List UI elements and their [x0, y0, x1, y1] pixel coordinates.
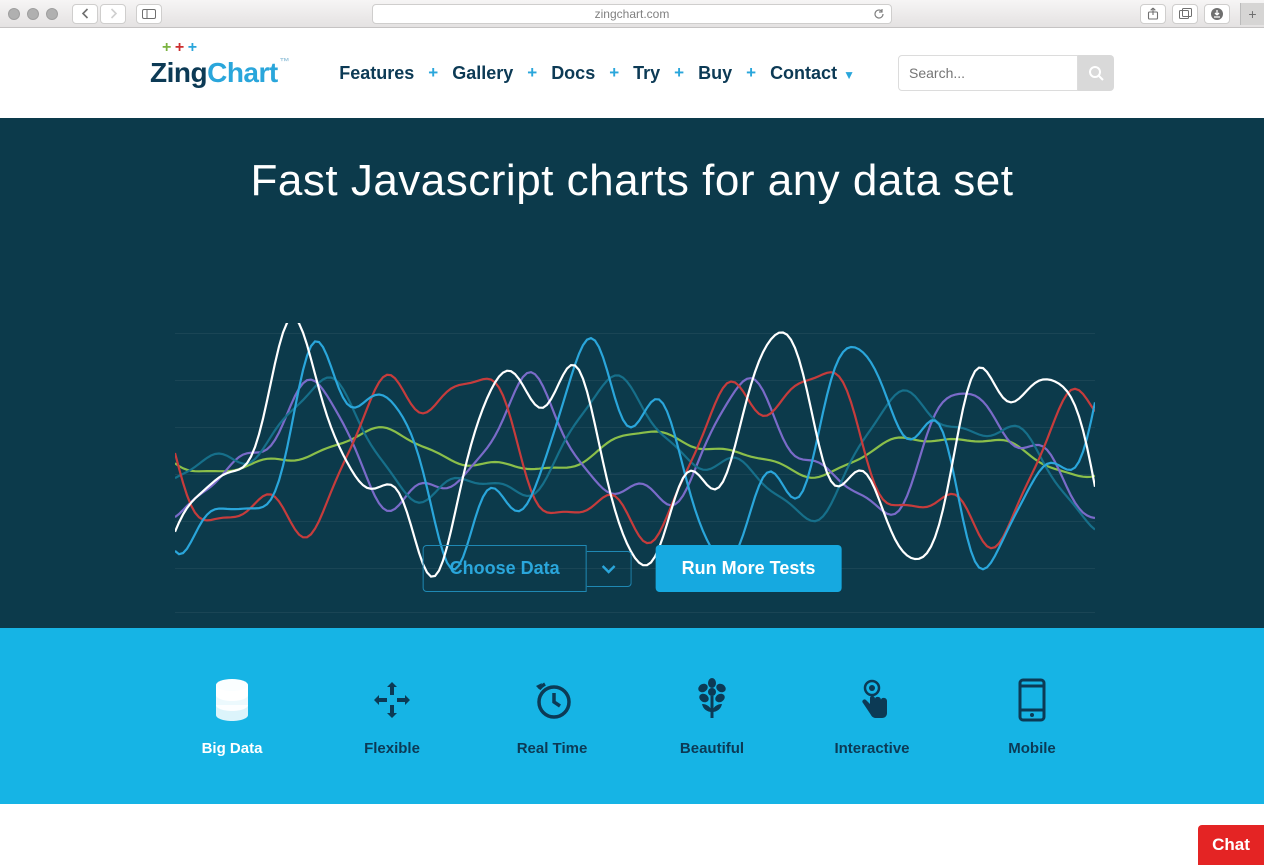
- logo-tm: ™: [280, 57, 290, 68]
- url-text: zingchart.com: [595, 7, 670, 21]
- chevron-down-icon: ▼: [843, 68, 855, 82]
- nav-buy[interactable]: Buy: [694, 63, 736, 84]
- nav-gallery[interactable]: Gallery: [448, 63, 517, 84]
- choose-data-caret[interactable]: [587, 551, 632, 587]
- feature-label: Interactive: [792, 740, 952, 757]
- downloads-button[interactable]: [1204, 4, 1230, 24]
- share-button[interactable]: [1140, 4, 1166, 24]
- hero-headline: Fast Javascript charts for any data set: [0, 118, 1264, 206]
- search-button[interactable]: [1078, 55, 1114, 91]
- flower-icon: [632, 676, 792, 724]
- feature-beautiful[interactable]: Beautiful: [632, 676, 792, 757]
- feature-label: Big Data: [152, 740, 312, 757]
- nav-contact[interactable]: Contact ▼: [766, 63, 859, 84]
- nav-try[interactable]: Try: [629, 63, 664, 84]
- logo-text-2: Chart: [207, 57, 278, 89]
- run-more-tests-button[interactable]: Run More Tests: [656, 545, 842, 592]
- features-strip: Big Data Flexible Real Time Beautiful In…: [0, 628, 1264, 804]
- feature-big-data[interactable]: Big Data: [152, 676, 312, 757]
- touch-icon: [792, 676, 952, 724]
- sidebar-button[interactable]: [136, 4, 162, 24]
- mobile-icon: [952, 676, 1112, 724]
- nav-sep: +: [736, 63, 766, 83]
- nav-sep: +: [664, 63, 694, 83]
- feature-mobile[interactable]: Mobile: [952, 676, 1112, 757]
- nav-contact-label: Contact: [770, 63, 837, 83]
- feature-label: Real Time: [472, 740, 632, 757]
- feature-flexible[interactable]: Flexible: [312, 676, 472, 757]
- wave-lines-icon: [175, 323, 1095, 583]
- clock-icon: [472, 676, 632, 724]
- site-header: +++ ZingChart™ Features+ Gallery+ Docs+ …: [0, 28, 1264, 118]
- search-icon: [1088, 65, 1104, 81]
- nav-sep: +: [599, 63, 629, 83]
- minimize-window-icon[interactable]: [27, 8, 39, 20]
- nav-sep: +: [418, 63, 448, 83]
- page-bottom: [0, 804, 1264, 865]
- share-icon: [1147, 7, 1159, 20]
- zoom-window-icon[interactable]: [46, 8, 58, 20]
- nav-docs[interactable]: Docs: [547, 63, 599, 84]
- close-window-icon[interactable]: [8, 8, 20, 20]
- reload-icon[interactable]: [873, 8, 885, 20]
- chevron-left-icon: [81, 8, 90, 19]
- tabs-button[interactable]: [1172, 4, 1198, 24]
- database-icon: [152, 676, 312, 724]
- download-icon: [1210, 7, 1224, 21]
- window-controls: [8, 8, 58, 20]
- logo[interactable]: +++ ZingChart™: [150, 57, 289, 89]
- arrows-icon: [312, 676, 472, 724]
- tabs-icon: [1179, 8, 1192, 19]
- forward-button[interactable]: [100, 4, 126, 24]
- chevron-down-icon: [601, 564, 617, 574]
- feature-real-time[interactable]: Real Time: [472, 676, 632, 757]
- address-bar[interactable]: zingchart.com: [372, 4, 892, 24]
- main-nav: Features+ Gallery+ Docs+ Try+ Buy+ Conta…: [335, 63, 859, 84]
- back-button[interactable]: [72, 4, 98, 24]
- chevron-right-icon: [109, 8, 118, 19]
- feature-label: Mobile: [952, 740, 1112, 757]
- feature-label: Beautiful: [632, 740, 792, 757]
- feature-label: Flexible: [312, 740, 472, 757]
- nav-sep: +: [517, 63, 547, 83]
- logo-text-1: Zing: [150, 57, 207, 89]
- hero-section: Fast Javascript charts for any data set …: [0, 118, 1264, 628]
- new-tab-button[interactable]: +: [1240, 3, 1264, 25]
- chat-button[interactable]: Chat: [1198, 825, 1264, 865]
- feature-interactive[interactable]: Interactive: [792, 676, 952, 757]
- search-input[interactable]: [898, 55, 1078, 91]
- logo-dots-icon: +++: [162, 43, 197, 53]
- chat-label: Chat: [1212, 835, 1250, 855]
- choose-data-dropdown[interactable]: Choose Data: [423, 545, 632, 592]
- sidebar-icon: [142, 9, 156, 19]
- browser-chrome: zingchart.com +: [0, 0, 1264, 28]
- choose-data-label: Choose Data: [423, 545, 587, 592]
- nav-features[interactable]: Features: [335, 63, 418, 84]
